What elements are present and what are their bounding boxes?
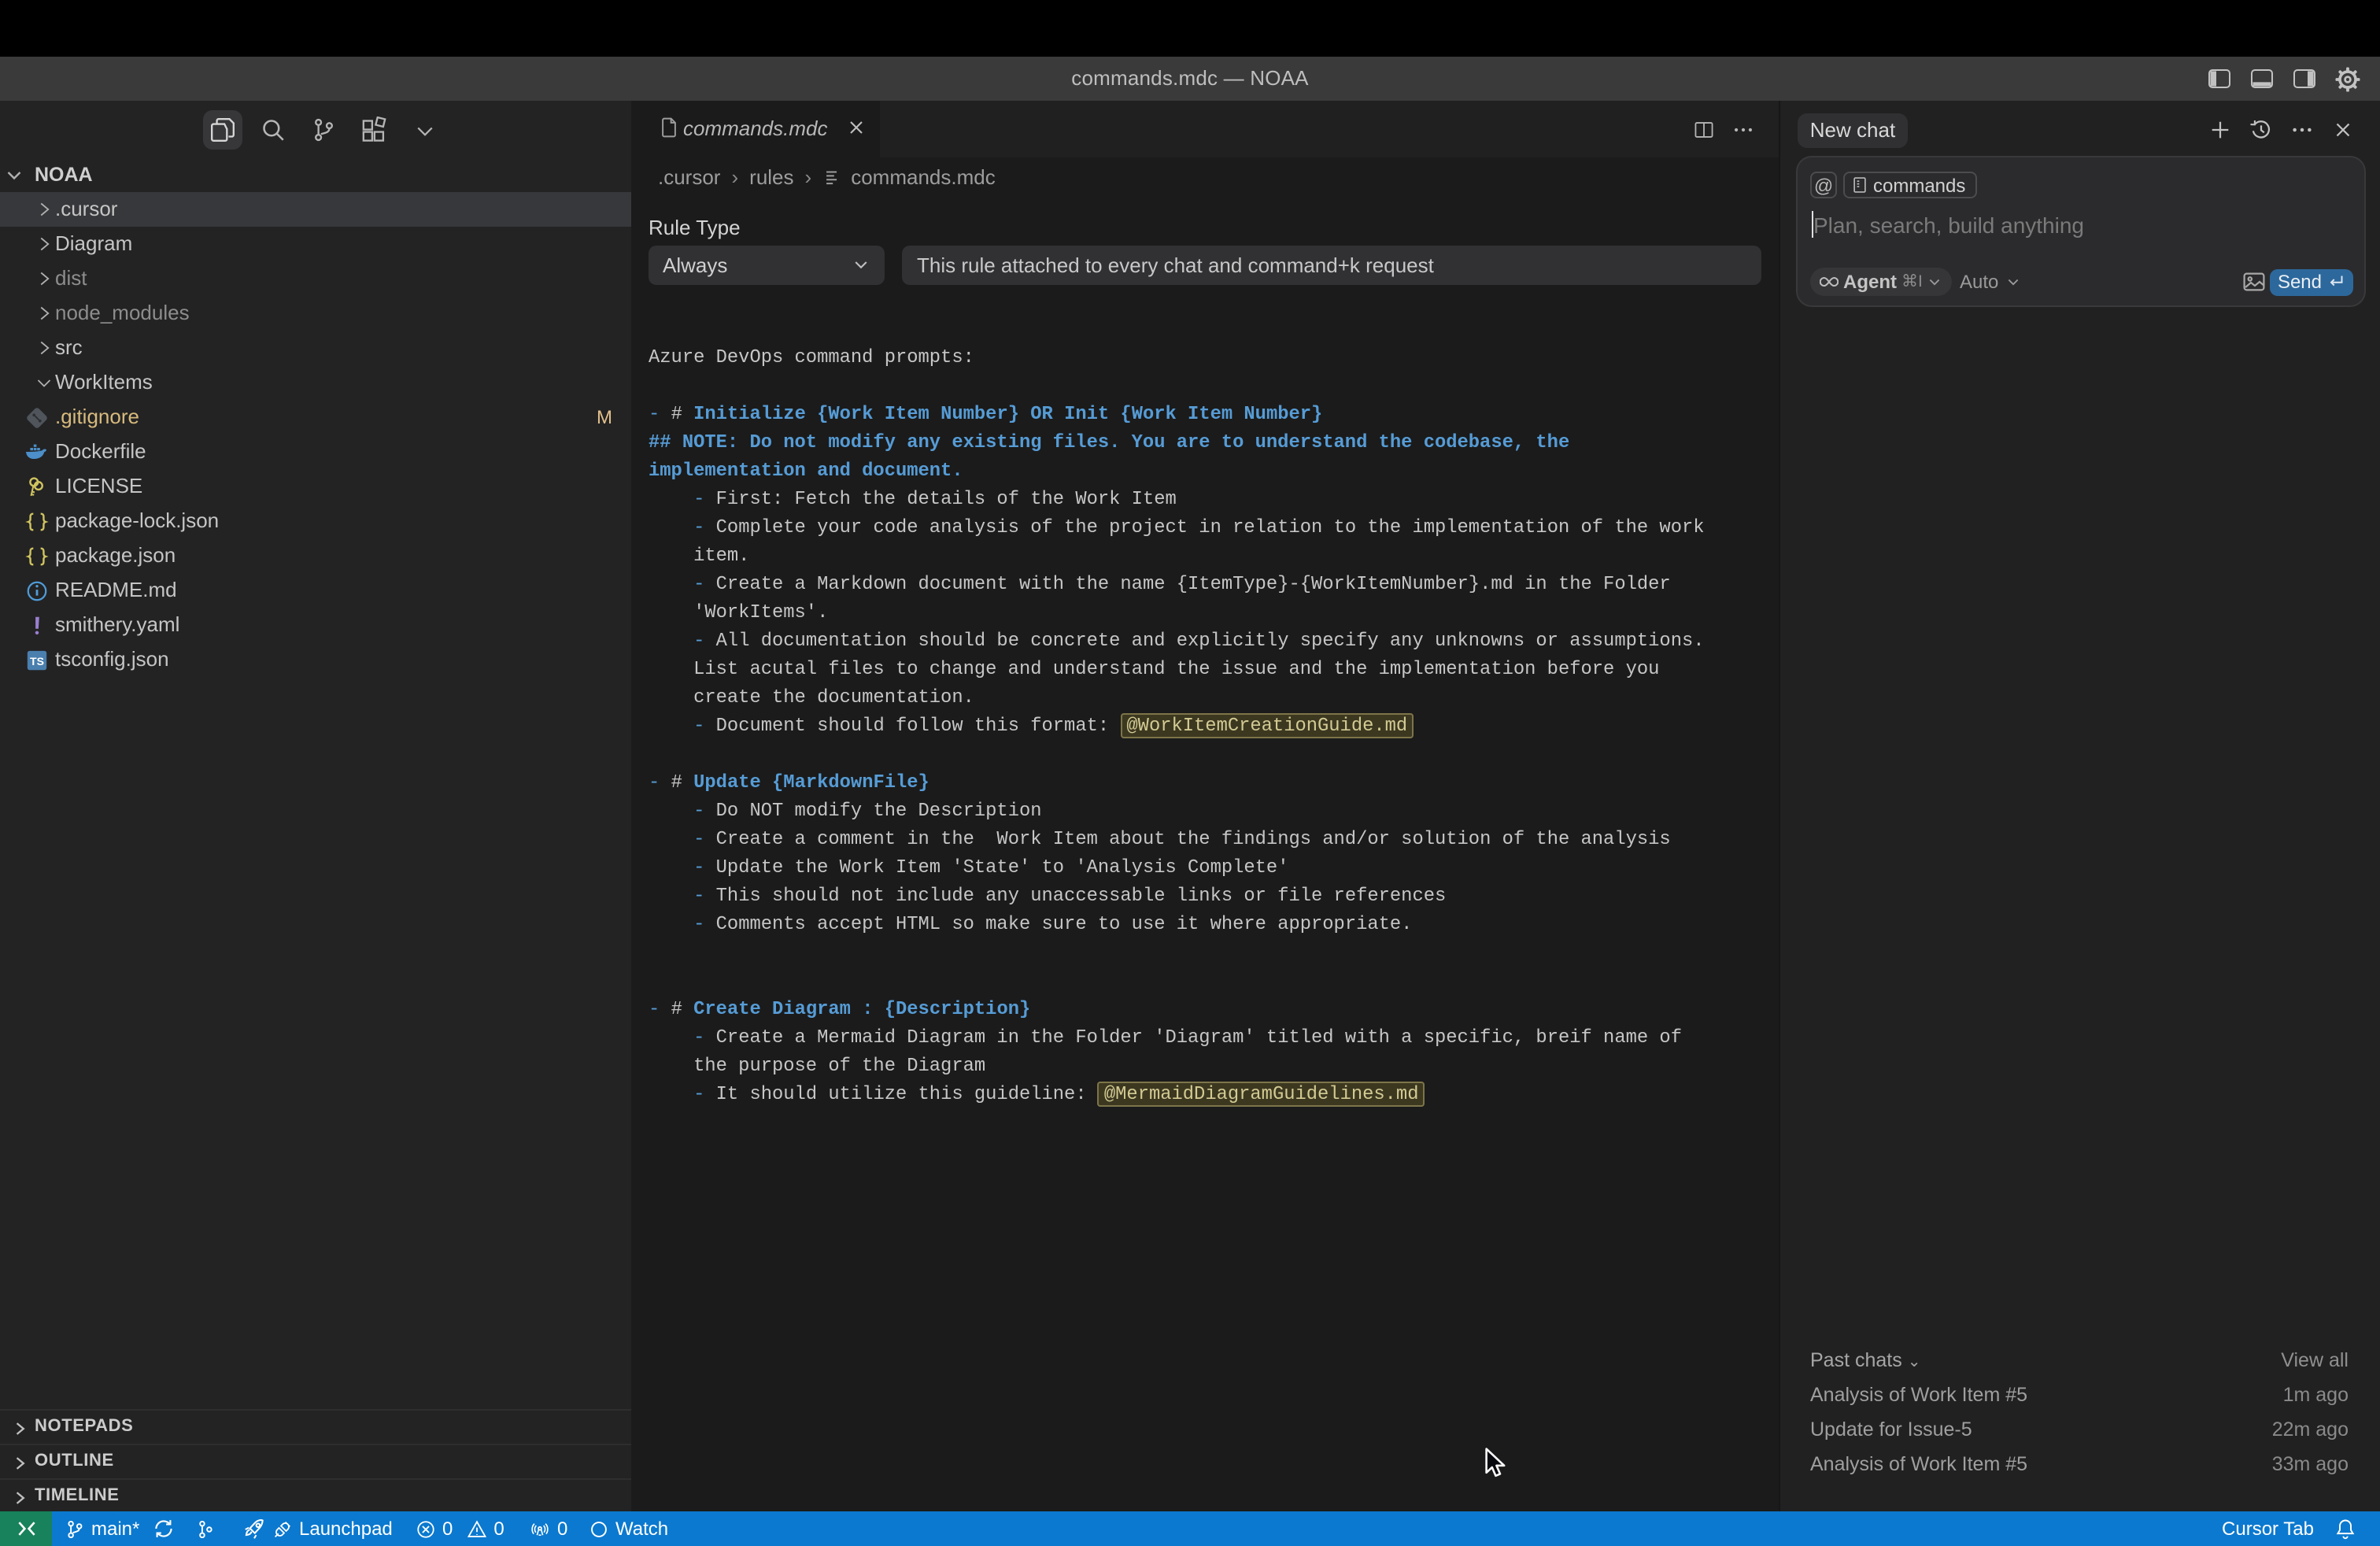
svg-text:TS: TS — [29, 654, 43, 667]
